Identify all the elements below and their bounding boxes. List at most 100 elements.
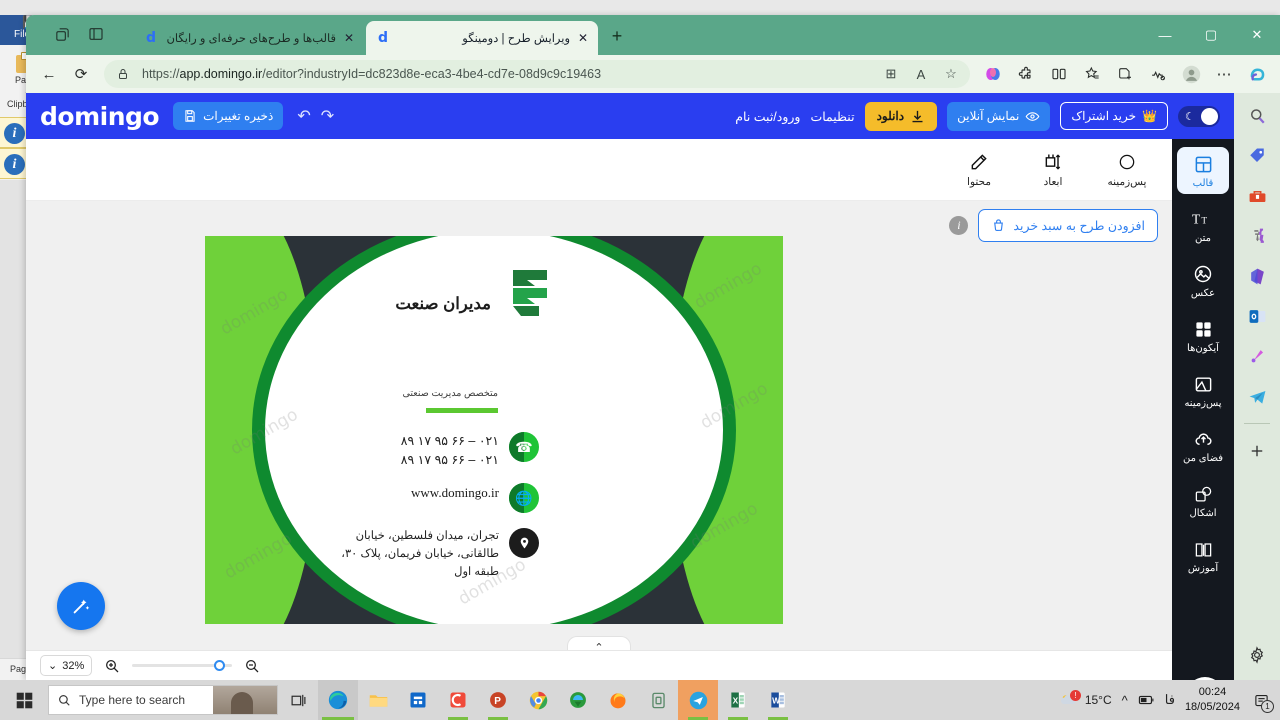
card-address-line[interactable]: تجران، میدان فلسطین، خیابان طالقانی، خیا… (319, 528, 539, 581)
settings-link[interactable]: تنظیمات (810, 109, 854, 124)
taskbar-telegram-icon[interactable] (678, 680, 718, 720)
add-icon[interactable] (1244, 438, 1270, 464)
dark-mode-toggle[interactable]: ☾ (1178, 105, 1220, 127)
lock-icon (112, 63, 134, 85)
start-button[interactable] (0, 680, 48, 720)
taskbar-file-explorer-icon[interactable] (358, 680, 398, 720)
taskbar-notes-icon[interactable] (638, 680, 678, 720)
taskbar-camtasia-icon[interactable] (438, 680, 478, 720)
add-to-cart-button[interactable]: افزودن طرح به سبد خرید (978, 209, 1158, 242)
taskbar-firefox-icon[interactable] (598, 680, 638, 720)
image-creator-icon[interactable] (1244, 343, 1270, 369)
browser-essentials-icon[interactable] (1143, 59, 1173, 89)
new-tab-button[interactable]: + (606, 27, 628, 45)
url-path: /editor?industryId=dc823d8e-eca3-4be4-cd… (262, 67, 602, 81)
sidebar-label: اشکال (1189, 508, 1217, 519)
collections-icon[interactable] (1110, 59, 1140, 89)
address-bar[interactable]: https://app.domingo.ir/editor?industryId… (104, 60, 970, 88)
zoom-level-select[interactable]: ⌄ 32% (40, 655, 93, 676)
info-badge-icon[interactable]: i (949, 216, 969, 235)
weather-widget[interactable]: ! 15°C (1059, 690, 1112, 708)
tab-actions-icon[interactable] (86, 24, 106, 44)
split-screen-icon[interactable]: ⊞ (880, 63, 902, 85)
domingo-favicon: d (145, 30, 157, 46)
add-favorite-icon[interactable]: ☆ (940, 63, 962, 85)
minimize-button[interactable]: — (1142, 15, 1188, 55)
favorites-icon[interactable] (1077, 59, 1107, 89)
tools-icon[interactable] (1244, 183, 1270, 209)
sidebar-item-image[interactable]: عکس (1177, 257, 1229, 304)
card-website-line[interactable]: 🌐 www.domingo.ir (411, 483, 539, 513)
sidebar-item-shapes[interactable]: اشکال (1177, 477, 1229, 524)
zoom-out-icon[interactable] (244, 658, 260, 674)
telegram-icon[interactable] (1244, 383, 1270, 409)
tab-close-icon[interactable]: ✕ (576, 31, 590, 45)
task-view-icon[interactable] (278, 680, 318, 720)
card-title[interactable]: مدیران صنعت (395, 294, 491, 314)
language-indicator[interactable]: فا (1165, 692, 1175, 708)
save-changes-button[interactable]: ذخیره تغییرات (173, 102, 284, 130)
close-button[interactable]: ✕ (1234, 15, 1280, 55)
undo-icon[interactable]: ↶ (297, 106, 310, 126)
taskbar-microsoft-store-icon[interactable] (398, 680, 438, 720)
taskbar-search-box[interactable]: Type here to search (48, 685, 278, 715)
card-subtitle[interactable]: متخصص مدیریت صنعتی (403, 388, 498, 399)
split-screen-toolbar-icon[interactable] (1044, 59, 1074, 89)
card-brand-logo-icon[interactable] (505, 266, 555, 324)
microsoft365-icon[interactable] (1244, 263, 1270, 289)
taskbar-chrome-icon[interactable] (518, 680, 558, 720)
battery-icon[interactable] (1138, 694, 1155, 706)
browser-navigation-toolbar: ← ⟳ https://app.domingo.ir/editor?indust… (26, 55, 1280, 93)
taskbar-excel-icon[interactable]: X (718, 680, 758, 720)
copilot-brain-icon[interactable] (978, 59, 1008, 89)
taskbar-word-icon[interactable]: W (758, 680, 798, 720)
design-canvas-area[interactable]: افزودن طرح به سبد خرید i domingo domingo (26, 201, 1172, 658)
tab-close-icon[interactable]: ✕ (342, 31, 356, 45)
zoom-slider[interactable] (132, 660, 233, 671)
extensions-icon[interactable] (1011, 59, 1041, 89)
sidebar-item-my-space[interactable]: فضای من (1177, 422, 1229, 469)
workspaces-icon[interactable] (52, 24, 72, 44)
taskbar-powerpoint-icon[interactable]: P (478, 680, 518, 720)
outlook-icon[interactable] (1244, 303, 1270, 329)
domingo-favicon: d (377, 30, 389, 46)
settings-gear-icon[interactable] (1244, 642, 1270, 668)
sidebar-item-learn[interactable]: آموزش (1177, 532, 1229, 579)
tool-background[interactable]: پس‌زمینه (1100, 151, 1154, 188)
online-preview-button[interactable]: نمایش آنلاین (947, 101, 1051, 131)
sidebar-item-text[interactable]: TT متن (1177, 202, 1229, 249)
taskbar-internet-download-manager-icon[interactable] (558, 680, 598, 720)
zoom-in-icon[interactable] (104, 658, 120, 674)
sidebar-item-template[interactable]: قالب (1177, 147, 1229, 194)
domingo-logo[interactable]: domingo (40, 102, 160, 131)
tool-dimensions[interactable]: ابعاد (1026, 151, 1080, 188)
zoom-slider-handle[interactable] (214, 660, 226, 671)
shopping-icon[interactable] (1244, 143, 1270, 169)
maximize-button[interactable]: ▢ (1188, 15, 1234, 55)
taskbar-edge-icon[interactable] (318, 680, 358, 720)
buy-subscription-button[interactable]: 👑 خرید اشتراک (1060, 102, 1168, 130)
copilot-icon[interactable] (1242, 59, 1272, 89)
clock-widget[interactable]: 00:24 18/05/2024 (1185, 685, 1240, 715)
settings-more-icon[interactable]: ⋯ (1209, 59, 1239, 89)
tool-content[interactable]: محتوا (952, 151, 1006, 188)
ai-magic-wand-button[interactable] (57, 582, 105, 630)
reload-button[interactable]: ⟳ (66, 59, 96, 89)
read-aloud-icon[interactable]: A (910, 63, 932, 85)
back-button[interactable]: ← (34, 59, 64, 89)
notification-center-icon[interactable]: 1 (1250, 689, 1274, 713)
download-button[interactable]: دانلود (864, 101, 938, 131)
business-card-design[interactable]: domingo domingo domingo domingo domingo … (205, 236, 783, 624)
search-icon[interactable] (1244, 103, 1270, 129)
sidebar-item-background[interactable]: پس‌زمینه (1177, 367, 1229, 414)
card-phone-line[interactable]: ☎ ۰۲۱ – ۶۶ ۹۵ ۱۷ ۸۹ ۰۲۱ – ۶۶ ۹۵ ۱۷ ۸۹ (401, 432, 539, 471)
browser-tab-templates[interactable]: ✕ قالب‌ها و طرح‌های حرفه‌ای و رایگان d (134, 21, 364, 55)
games-icon[interactable] (1244, 223, 1270, 249)
show-hidden-icons-icon[interactable]: ^ (1122, 693, 1128, 708)
sidebar-item-icons[interactable]: آیکون‌ها (1177, 312, 1229, 359)
rail-divider (1244, 423, 1270, 424)
profile-icon[interactable] (1176, 59, 1206, 89)
browser-tab-editor[interactable]: ✕ ویرایش طرح | دومینگو d (366, 21, 598, 55)
redo-icon[interactable]: ↷ (321, 106, 334, 126)
login-register-link[interactable]: ورود/ثبت نام (735, 109, 800, 124)
